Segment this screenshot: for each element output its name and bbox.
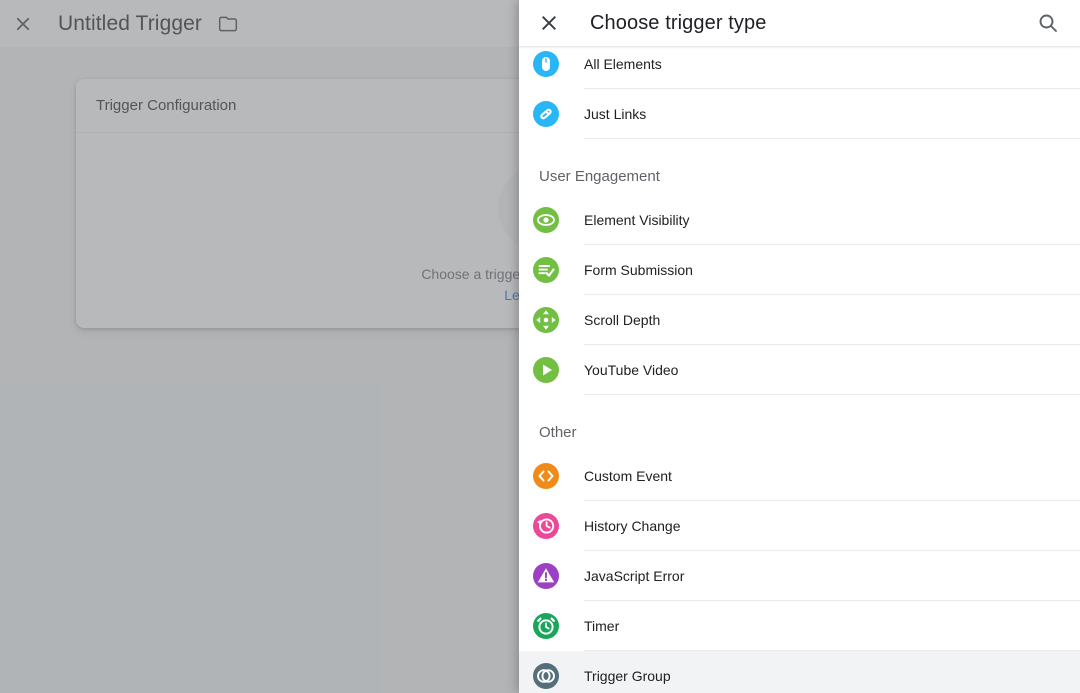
trigger-type-item[interactable]: Timer — [519, 601, 1080, 651]
close-icon[interactable] — [12, 13, 34, 35]
trigger-type-label: JavaScript Error — [584, 568, 685, 584]
trigger-type-item[interactable]: History Change — [519, 501, 1080, 551]
play-icon — [533, 357, 559, 383]
trigger-type-label: History Change — [584, 518, 681, 534]
row-divider — [584, 394, 1080, 395]
search-icon[interactable] — [1036, 11, 1060, 35]
trigger-type-item[interactable]: Form Submission — [519, 245, 1080, 295]
close-icon[interactable] — [537, 11, 561, 35]
form-check-icon — [533, 257, 559, 283]
trigger-type-item[interactable]: Custom Event — [519, 451, 1080, 501]
link-icon — [533, 101, 559, 127]
trigger-type-label: Trigger Group — [584, 668, 671, 684]
trigger-type-item[interactable]: JavaScript Error — [519, 551, 1080, 601]
alarm-clock-icon — [533, 613, 559, 639]
trigger-type-item[interactable]: YouTube Video — [519, 345, 1080, 395]
trigger-type-item[interactable]: Just Links — [519, 89, 1080, 139]
trigger-type-label: Scroll Depth — [584, 312, 661, 328]
eye-icon — [533, 207, 559, 233]
trigger-group-icon — [533, 663, 559, 689]
panel-title: Choose trigger type — [590, 11, 767, 34]
code-brackets-icon — [533, 463, 559, 489]
trigger-type-label: Just Links — [584, 106, 647, 122]
choose-trigger-type-panel: Choose trigger type All Elements Just Lin… — [519, 0, 1080, 693]
trigger-type-item[interactable]: Trigger Group — [519, 651, 1080, 693]
trigger-type-item[interactable]: Element Visibility — [519, 195, 1080, 245]
trigger-type-item[interactable]: All Elements — [519, 46, 1080, 89]
trigger-type-label: Timer — [584, 618, 620, 634]
section-heading: Other — [539, 424, 577, 441]
trigger-configuration-title: Trigger Configuration — [96, 97, 237, 114]
panel-header: Choose trigger type — [519, 0, 1080, 46]
trigger-type-label: Element Visibility — [584, 212, 690, 228]
trigger-type-list-inner: All Elements Just Links User Engagement Ele… — [519, 46, 1080, 693]
scroll-arrows-icon — [533, 307, 559, 333]
trigger-type-label: Custom Event — [584, 468, 672, 484]
mouse-icon — [533, 51, 559, 77]
trigger-type-label: Form Submission — [584, 262, 693, 278]
folder-icon[interactable] — [218, 14, 238, 34]
section-heading: User Engagement — [539, 168, 660, 185]
trigger-type-label: All Elements — [584, 56, 662, 72]
trigger-type-item[interactable]: Scroll Depth — [519, 295, 1080, 345]
warning-triangle-icon — [533, 563, 559, 589]
trigger-type-list[interactable]: All Elements Just Links User Engagement Ele… — [519, 46, 1080, 693]
row-divider — [584, 138, 1080, 139]
page-title: Untitled Trigger — [58, 11, 202, 35]
trigger-type-label: YouTube Video — [584, 362, 679, 378]
history-clock-icon — [533, 513, 559, 539]
